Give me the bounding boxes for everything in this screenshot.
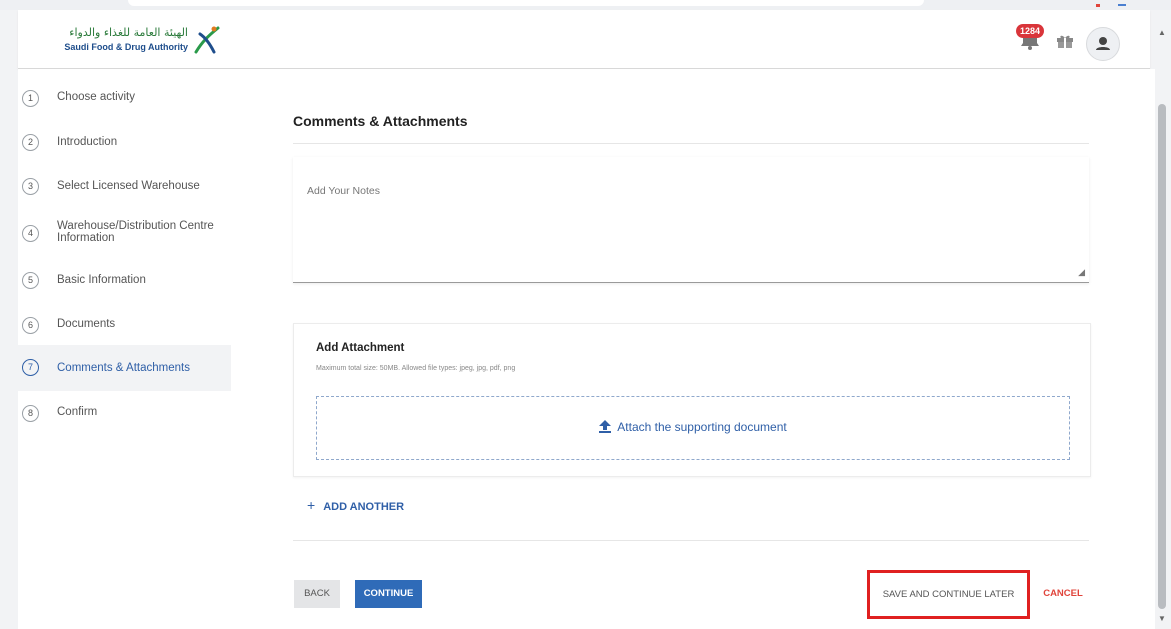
step-confirm[interactable]: 8 Confirm: [18, 402, 231, 424]
step-basic-information[interactable]: 5 Basic Information: [18, 269, 231, 291]
save-and-continue-later-button[interactable]: SAVE AND CONTINUE LATER: [867, 570, 1030, 619]
add-attachment-card: Add Attachment Maximum total size: 50MB.…: [293, 323, 1091, 477]
gift-button[interactable]: [1056, 34, 1074, 48]
divider: [293, 540, 1089, 541]
logo-text-english: Saudi Food & Drug Authority: [64, 42, 188, 52]
scroll-down-icon[interactable]: ▼: [1158, 614, 1166, 623]
notification-count-badge: 1284: [1016, 24, 1045, 38]
wizard-steps-sidebar: 1 Choose activity 2 Introduction 3 Selec…: [18, 69, 231, 629]
step-label: Basic Information: [57, 274, 146, 286]
step-introduction[interactable]: 2 Introduction: [18, 131, 231, 153]
step-label: Documents: [57, 318, 116, 330]
step-comments-attachments[interactable]: 7 Comments & Attachments: [18, 345, 231, 391]
app-header: الهيئة العامة للغذاء والدواء Saudi Food …: [18, 10, 1150, 69]
main-content: Comments & Attachments Add Your Notes ◢ …: [231, 69, 1155, 629]
plus-icon: +: [307, 497, 316, 513]
address-bar[interactable]: [128, 0, 924, 6]
step-label-line2: Information: [57, 232, 115, 244]
continue-button[interactable]: CONTINUE: [355, 580, 422, 608]
step-number: 4: [22, 225, 39, 242]
browser-top-strip: [0, 0, 1171, 10]
user-icon: [1096, 37, 1110, 50]
notifications-button[interactable]: 1284: [1016, 24, 1045, 52]
add-another-label: ADD ANOTHER: [323, 501, 405, 513]
sfda-logo[interactable]: الهيئة العامة للغذاء والدواء Saudi Food …: [48, 24, 228, 58]
logo-mark-icon: [194, 26, 220, 54]
browser-indicator-blue: [1118, 4, 1126, 6]
notes-placeholder: Add Your Notes: [307, 185, 380, 197]
step-number: 6: [22, 317, 39, 334]
attachment-dropzone[interactable]: Attach the supporting document: [316, 396, 1070, 460]
attachment-hint: Maximum total size: 50MB. Allowed file t…: [316, 365, 516, 372]
step-label: Comments & Attachments: [57, 362, 190, 374]
step-label: Choose activity: [57, 91, 135, 103]
add-another-button[interactable]: + ADD ANOTHER: [307, 497, 404, 513]
page-title: Comments & Attachments: [293, 113, 468, 129]
notes-textarea[interactable]: Add Your Notes ◢: [293, 157, 1089, 283]
attach-document-label: Attach the supporting document: [617, 420, 787, 434]
step-documents[interactable]: 6 Documents: [18, 314, 231, 336]
scroll-up-icon[interactable]: ▲: [1158, 28, 1166, 37]
attachment-heading: Add Attachment: [316, 342, 405, 354]
step-number: 2: [22, 134, 39, 151]
scrollbar-thumb[interactable]: [1158, 104, 1166, 609]
step-label: Introduction: [57, 136, 118, 148]
attach-document-link[interactable]: Attach the supporting document: [317, 420, 1069, 434]
resize-grip-icon[interactable]: ◢: [1078, 267, 1085, 278]
gift-icon: [1057, 35, 1073, 48]
step-number: 7: [22, 359, 39, 376]
page-scrollbar[interactable]: ▲ ▼: [1155, 10, 1171, 629]
step-number: 3: [22, 178, 39, 195]
step-number: 8: [22, 405, 39, 422]
step-number: 1: [22, 90, 39, 107]
step-select-licensed-warehouse[interactable]: 3 Select Licensed Warehouse: [18, 175, 231, 197]
upload-icon: [599, 420, 612, 433]
step-number: 5: [22, 272, 39, 289]
back-button[interactable]: BACK: [294, 580, 340, 608]
user-avatar-button[interactable]: [1086, 27, 1120, 61]
logo-text-arabic: الهيئة العامة للغذاء والدواء: [69, 26, 188, 39]
step-label: Warehouse/Distribution Centre: [57, 220, 214, 232]
step-choose-activity[interactable]: 1 Choose activity: [18, 87, 231, 109]
step-warehouse-information[interactable]: 4 Warehouse/Distribution Centre Informat…: [18, 218, 231, 250]
step-label: Select Licensed Warehouse: [57, 180, 200, 192]
cancel-button[interactable]: CANCEL: [1039, 581, 1087, 607]
browser-indicator-red: [1096, 4, 1100, 7]
step-label: Confirm: [57, 406, 98, 418]
divider: [293, 143, 1089, 144]
